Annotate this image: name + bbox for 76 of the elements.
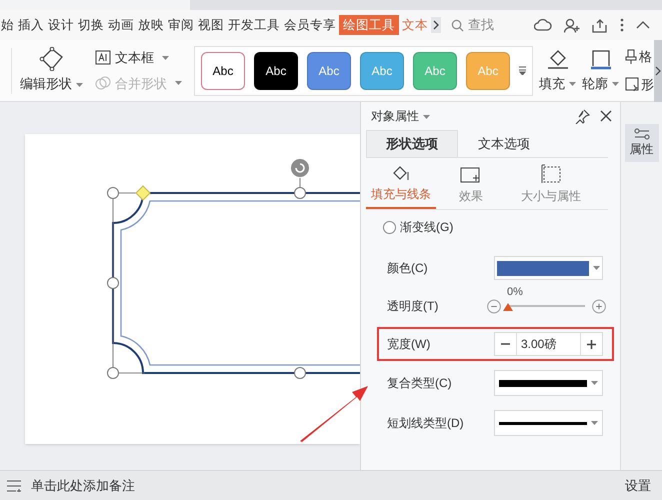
menu-tab[interactable]: 插入 (17, 16, 45, 34)
menu-tab[interactable]: 开发工具 (227, 16, 281, 34)
collapse-icon[interactable] (636, 21, 650, 29)
field-label: 短划线类型(D) (387, 415, 465, 432)
edit-shape-icon (38, 47, 64, 72)
slider-thumb[interactable] (502, 303, 513, 311)
more-styles-icon[interactable] (519, 66, 526, 75)
menu-tab[interactable]: 放映 (137, 16, 165, 34)
notes-icon[interactable] (7, 480, 23, 492)
pin-icon[interactable] (575, 108, 590, 124)
caret-icon (175, 81, 182, 86)
minus-icon (501, 343, 510, 345)
field-label: 复合类型(C) (387, 375, 453, 392)
caret-icon (76, 82, 83, 87)
caret-icon (423, 114, 430, 119)
color-dropdown[interactable] (494, 256, 603, 280)
minus-circle-icon[interactable] (486, 298, 501, 314)
caret-icon (591, 421, 598, 425)
ribbon-scroll-right[interactable] (654, 40, 662, 102)
chevron-right-icon[interactable] (431, 17, 441, 33)
caret-icon (591, 381, 598, 385)
radio-label[interactable]: 渐变线(G) (400, 218, 454, 236)
format-painter-button[interactable]: 格 (625, 47, 654, 66)
menu-tab[interactable]: 设计 (47, 16, 75, 34)
compound-type-dropdown[interactable] (494, 370, 603, 396)
fill-button[interactable]: 填充 (539, 48, 576, 94)
paint-bucket-icon (546, 48, 570, 70)
field-label: 宽度(W) (387, 336, 432, 353)
panel-tab[interactable]: 形状选项 (366, 130, 458, 157)
field-label: 透明度(T) (387, 298, 440, 315)
properties-button[interactable]: 属性 (624, 124, 658, 162)
caret-icon (593, 266, 600, 270)
field-label: 颜色(C) (387, 260, 429, 277)
menu-tab[interactable]: 视图 (197, 16, 225, 34)
text-box-button[interactable]: 文本框 (95, 48, 182, 68)
outline-icon (590, 48, 612, 70)
width-value[interactable]: 3.00磅 (517, 335, 580, 353)
panel-tab[interactable]: 文本选项 (458, 130, 550, 157)
caret-icon (162, 56, 169, 60)
close-icon[interactable] (600, 110, 612, 122)
size-icon (540, 164, 562, 184)
share-icon[interactable] (592, 18, 608, 32)
annotation-arrow (298, 385, 370, 443)
sliders-icon (634, 128, 650, 140)
plus-icon (587, 340, 596, 348)
paint-bucket-icon (391, 164, 411, 182)
panel-title[interactable]: 对象属性 (371, 107, 430, 125)
cloud-icon[interactable] (534, 18, 552, 32)
edit-shape-button[interactable]: 编辑形状 (20, 47, 83, 94)
notes-hint[interactable]: 单击此处添加备注 (31, 476, 135, 496)
dash-type-dropdown[interactable] (494, 410, 603, 436)
more-icon[interactable] (620, 18, 624, 32)
shape-style-swatch[interactable]: Abc (254, 52, 298, 90)
caret-icon (569, 82, 576, 86)
radio-button[interactable] (383, 220, 396, 234)
menu-tab[interactable]: 会员专享 (283, 16, 337, 34)
text-box-icon (95, 50, 111, 66)
plus-circle-icon[interactable] (592, 298, 606, 314)
merge-shape-icon (95, 76, 111, 91)
effects-icon (460, 166, 482, 184)
menu-tab[interactable]: 始 (0, 16, 15, 34)
brush-icon (625, 48, 637, 65)
menu-tab[interactable]: 切换 (77, 16, 105, 34)
panel-subtab[interactable]: 填充与线条 (366, 158, 436, 209)
settings-link[interactable]: 设置 (625, 476, 651, 496)
add-user-icon[interactable] (564, 18, 580, 32)
chevron-right-icon (655, 66, 661, 76)
shape-style-swatch[interactable]: Abc (201, 52, 245, 90)
caret-icon (612, 82, 619, 86)
shape-effects-button[interactable]: 形 (625, 74, 654, 94)
search-icon (451, 18, 464, 32)
slider-reading: 0% (506, 287, 523, 298)
menu-tab[interactable]: 动画 (107, 16, 135, 34)
menu-tab[interactable]: 审阅 (167, 16, 195, 34)
outline-button[interactable]: 轮廓 (582, 48, 619, 94)
width-stepper[interactable]: 3.00磅 (494, 332, 603, 356)
